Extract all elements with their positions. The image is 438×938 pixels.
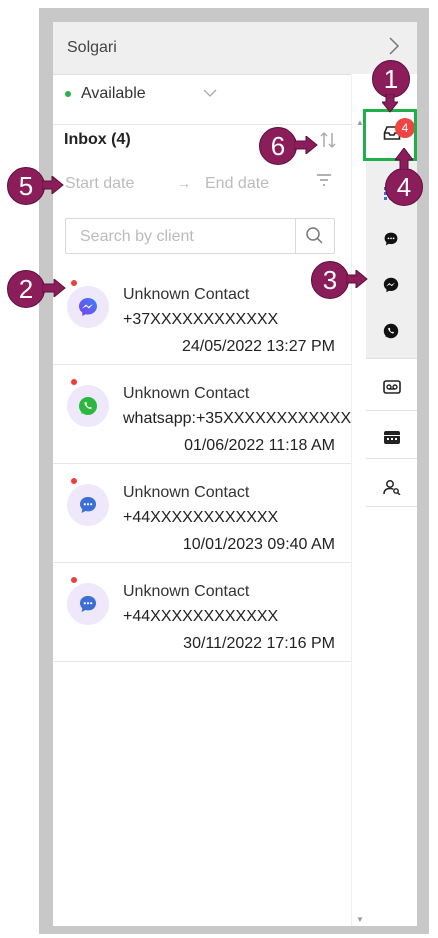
conversation-item[interactable]: Unknown Contact whatsapp:+35XXXXXXXXXXXX… bbox=[53, 365, 351, 464]
rail-whatsapp-button[interactable] bbox=[366, 308, 417, 356]
chevron-right-icon[interactable] bbox=[388, 36, 400, 61]
annotation-marker-3: 3 bbox=[311, 261, 349, 299]
avatar bbox=[67, 385, 109, 427]
conversation-time: 01/06/2022 11:18 AM bbox=[184, 437, 335, 454]
arrow-right-icon bbox=[346, 270, 368, 288]
conversation-time: 30/11/2022 17:16 PM bbox=[183, 635, 335, 652]
search-box[interactable] bbox=[65, 218, 335, 254]
rail-contacts-button[interactable] bbox=[366, 464, 417, 512]
scrollbar[interactable]: ▲ ▼ bbox=[351, 74, 367, 926]
search-input[interactable] bbox=[78, 225, 292, 249]
app-title: Solgari bbox=[67, 39, 117, 56]
rail-voicemail-button[interactable] bbox=[366, 364, 417, 412]
status-dot bbox=[65, 90, 71, 97]
unread-indicator bbox=[71, 280, 77, 286]
search-button[interactable] bbox=[295, 219, 334, 253]
filter-icon[interactable] bbox=[315, 172, 333, 193]
conversation-item[interactable]: Unknown Contact +37XXXXXXXXXXXX 24/05/20… bbox=[53, 266, 351, 365]
whatsapp-icon bbox=[383, 323, 399, 339]
messenger-icon bbox=[79, 298, 97, 316]
messenger-icon bbox=[383, 277, 399, 293]
arrow-right-icon bbox=[294, 136, 318, 154]
availability-status[interactable]: Available bbox=[65, 85, 217, 103]
contact-name: Unknown Contact bbox=[123, 286, 250, 303]
divider bbox=[366, 506, 417, 507]
annotation-marker-6: 6 bbox=[259, 127, 297, 165]
contact-name: Unknown Contact bbox=[123, 583, 250, 600]
conversation-item[interactable]: Unknown Contact +44XXXXXXXXXXXX 10/01/20… bbox=[53, 464, 351, 563]
chevron-down-icon[interactable] bbox=[203, 85, 217, 101]
annotation-marker-4: 4 bbox=[385, 168, 423, 206]
date-range-arrow: → bbox=[177, 175, 191, 191]
arrow-right-icon bbox=[42, 279, 66, 297]
scroll-down-icon[interactable]: ▼ bbox=[356, 915, 364, 924]
divider bbox=[53, 124, 351, 125]
annotation-marker-5: 5 bbox=[7, 167, 45, 205]
annotation-marker-1: 1 bbox=[372, 60, 410, 98]
avatar bbox=[67, 286, 109, 328]
arrow-up-icon bbox=[395, 148, 413, 170]
unread-indicator bbox=[71, 379, 77, 385]
unread-indicator bbox=[71, 478, 77, 484]
contact-number: +44XXXXXXXXXXXX bbox=[123, 509, 279, 526]
inbox-title: Inbox (4) bbox=[64, 131, 131, 148]
sort-icon[interactable] bbox=[318, 130, 338, 155]
conversation-time: 10/01/2023 09:40 AM bbox=[182, 536, 335, 553]
voicemail-icon bbox=[383, 380, 401, 394]
contacts-icon bbox=[383, 480, 401, 495]
rail-calendar-button[interactable] bbox=[366, 414, 417, 462]
whatsapp-icon bbox=[79, 397, 97, 415]
contact-number: whatsapp:+35XXXXXXXXXXXX bbox=[123, 410, 351, 427]
divider bbox=[366, 458, 417, 459]
rail-chat-button[interactable] bbox=[366, 216, 417, 264]
avatar bbox=[67, 583, 109, 625]
start-date-input[interactable]: Start date bbox=[65, 175, 134, 193]
panel-header: Solgari bbox=[53, 22, 351, 75]
status-label: Available bbox=[81, 85, 146, 102]
conversation-time: 24/05/2022 13:27 PM bbox=[181, 338, 335, 355]
contact-number: +37XXXXXXXXXXXX bbox=[123, 311, 279, 328]
unread-indicator bbox=[71, 577, 77, 583]
contact-name: Unknown Contact bbox=[123, 484, 250, 501]
inbox-panel: Solgari Available Inbox (4) Start date →… bbox=[53, 22, 351, 926]
chat-icon bbox=[80, 596, 96, 612]
annotation-marker-2: 2 bbox=[7, 270, 45, 308]
avatar bbox=[67, 484, 109, 526]
chat-icon bbox=[80, 497, 96, 513]
divider bbox=[366, 410, 417, 411]
calendar-icon bbox=[384, 431, 400, 444]
contact-name: Unknown Contact bbox=[123, 385, 250, 402]
search-icon bbox=[306, 227, 323, 244]
chat-icon bbox=[384, 232, 398, 246]
contact-number: +44XXXXXXXXXXXX bbox=[123, 608, 279, 625]
divider bbox=[366, 358, 417, 359]
conversation-item[interactable]: Unknown Contact +44XXXXXXXXXXXX 30/11/20… bbox=[53, 563, 351, 662]
end-date-input[interactable]: End date bbox=[205, 175, 269, 193]
arrow-down-icon bbox=[382, 94, 398, 113]
rail-messenger-button[interactable] bbox=[366, 262, 417, 310]
arrow-right-icon bbox=[42, 176, 64, 194]
